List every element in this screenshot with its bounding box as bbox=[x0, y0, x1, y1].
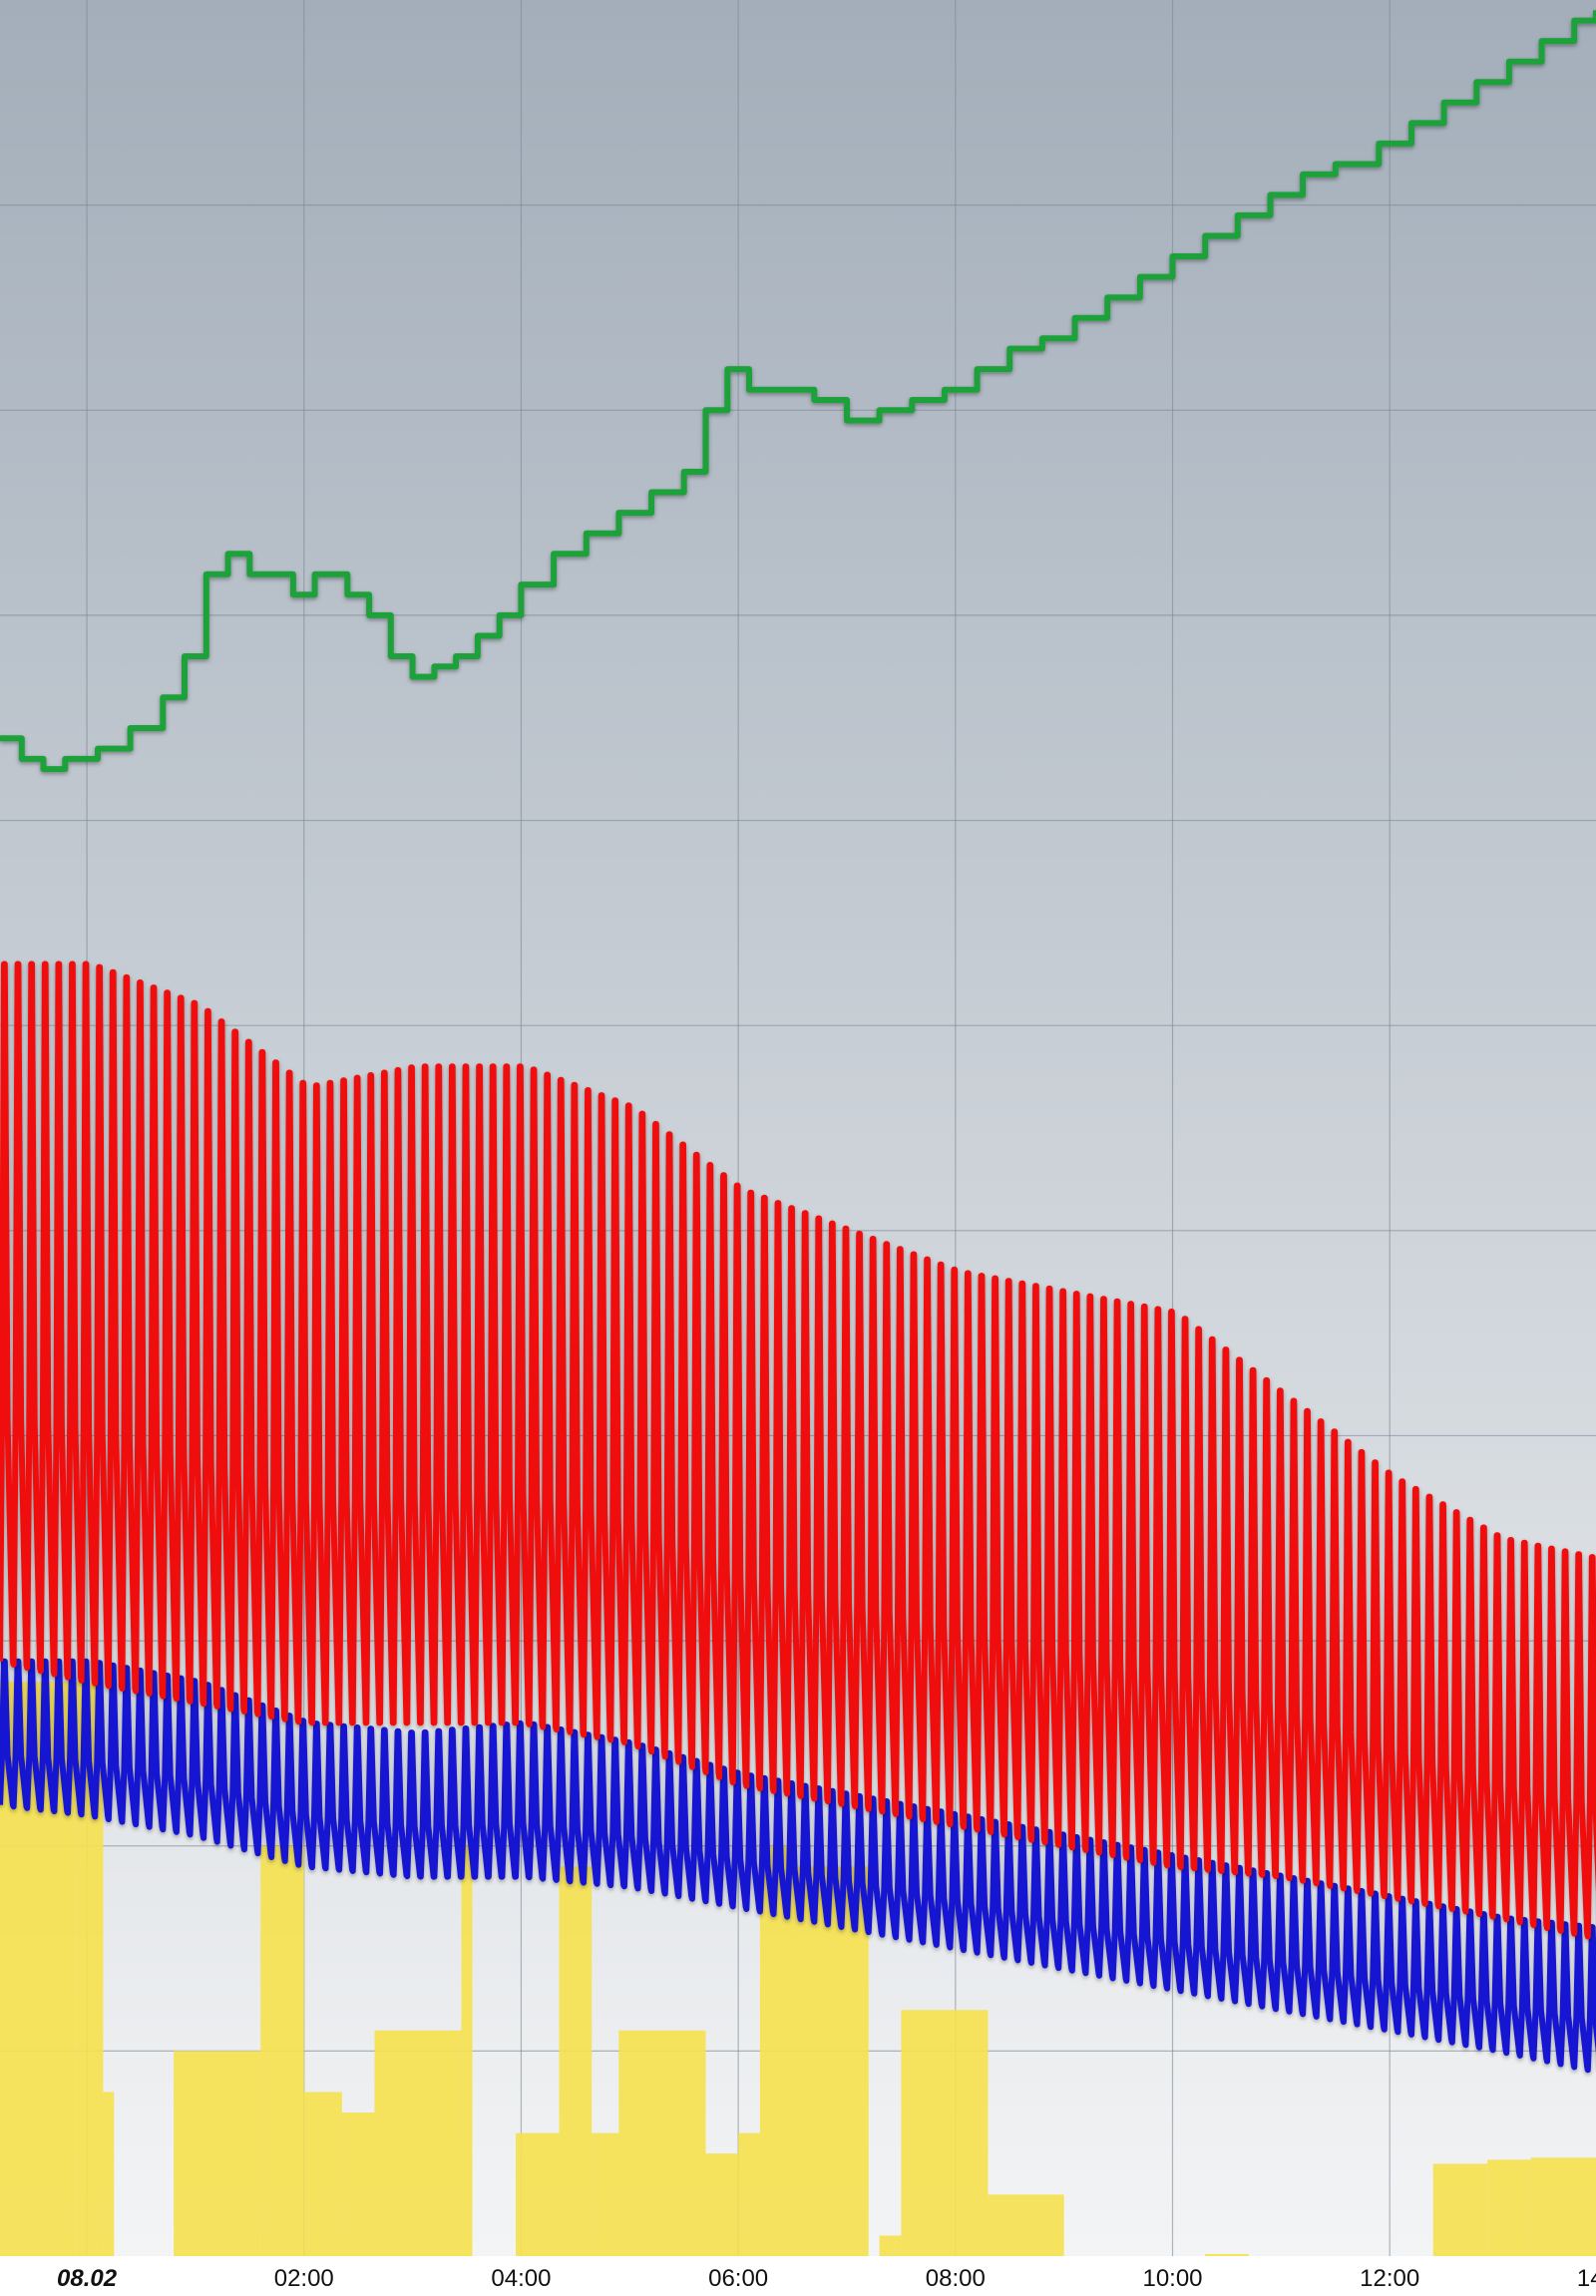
x-tick-label-5: 10:00 bbox=[1142, 2265, 1202, 2292]
bar-25 bbox=[1205, 2253, 1249, 2256]
x-tick-label-4: 08:00 bbox=[926, 2265, 986, 2292]
bar-6 bbox=[303, 2092, 342, 2256]
chart-svg: 08.02 02:00 04:00 06:00 08:00 10:00 12:00 14:00 bbox=[0, 0, 1596, 2296]
x-axis-strip bbox=[0, 2256, 1596, 2296]
bar-8 bbox=[374, 2030, 462, 2256]
bar-5 bbox=[260, 1845, 304, 2256]
x-tick-label-1: 02:00 bbox=[274, 2265, 334, 2292]
bar-13 bbox=[592, 2132, 619, 2256]
chart-container: 08.02 02:00 04:00 06:00 08:00 10:00 12:00 14:00 bbox=[0, 0, 1596, 2296]
bar-32 bbox=[1530, 2157, 1596, 2256]
bar-30 bbox=[1454, 2163, 1488, 2256]
bar-16 bbox=[738, 2132, 760, 2256]
bar-11 bbox=[516, 2132, 560, 2256]
bar-20 bbox=[879, 2235, 902, 2256]
bar-29 bbox=[1432, 2163, 1455, 2256]
x-tick-label-2: 04:00 bbox=[491, 2265, 551, 2292]
x-tick-label-7: 14:00 bbox=[1577, 2265, 1596, 2292]
bar-4 bbox=[174, 2051, 261, 2256]
bar-12 bbox=[559, 1866, 593, 2256]
bar-14 bbox=[618, 2030, 706, 2256]
x-tick-label-6: 12:00 bbox=[1360, 2265, 1419, 2292]
bar-31 bbox=[1487, 2159, 1531, 2256]
x-tick-label-0: 08.02 bbox=[57, 2265, 118, 2292]
bar-15 bbox=[705, 2153, 739, 2256]
bar-9 bbox=[461, 1845, 473, 2256]
bar-22 bbox=[988, 2194, 1064, 2256]
bar-7 bbox=[341, 2112, 375, 2256]
bar-2 bbox=[103, 2092, 115, 2256]
bar-21 bbox=[901, 2010, 989, 2256]
x-tick-label-3: 06:00 bbox=[708, 2265, 768, 2292]
